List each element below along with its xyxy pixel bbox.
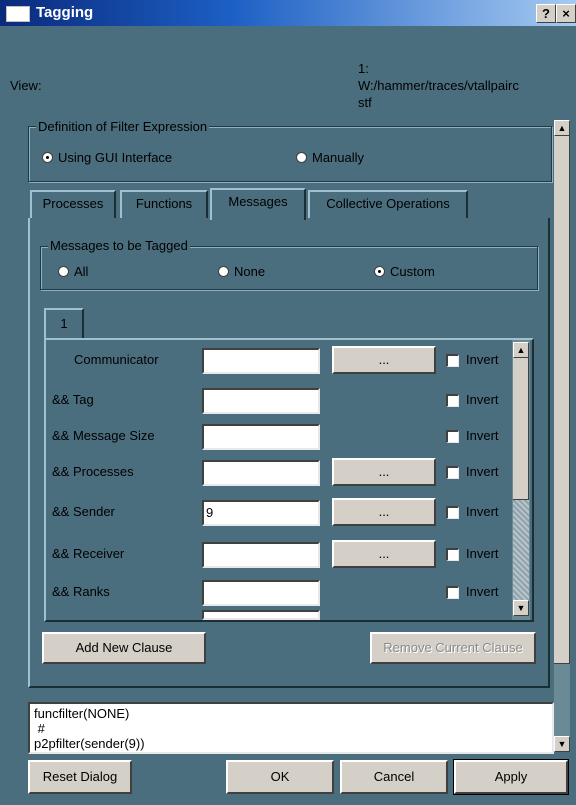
- receiver-invert-checkbox[interactable]: [446, 548, 459, 561]
- clause-rows: Communicator ... Invert && Tag Invert &&…: [46, 340, 512, 620]
- sender-invert-checkbox[interactable]: [446, 506, 459, 519]
- outer-scrollbar[interactable]: ▲ ▼: [554, 120, 570, 752]
- radio-using-gui[interactable]: Using GUI Interface: [42, 150, 242, 166]
- outer-scroll-thumb[interactable]: [554, 136, 570, 664]
- clause-row: && Sender 9 ... Invert: [46, 498, 512, 528]
- ok-button[interactable]: OK: [226, 760, 334, 794]
- radio-using-gui-label: Using GUI Interface: [58, 150, 173, 165]
- clause-scroll-down-icon[interactable]: ▼: [513, 600, 529, 616]
- clause-row: && Ranks Invert: [46, 576, 512, 620]
- communicator-browse-button[interactable]: ...: [332, 346, 436, 374]
- radio-custom[interactable]: Custom: [374, 264, 474, 280]
- invert-label: Invert: [466, 584, 499, 599]
- radio-all[interactable]: All: [58, 264, 138, 280]
- clause-row-label: Communicator: [74, 352, 159, 367]
- invert-label: Invert: [466, 546, 499, 561]
- invert-label: Invert: [466, 504, 499, 519]
- radio-circle-icon: [58, 266, 69, 277]
- processes-invert-checkbox[interactable]: [446, 466, 459, 479]
- radio-none[interactable]: None: [218, 264, 298, 280]
- clause-row-label: && Ranks: [52, 584, 110, 599]
- clause-row: && Message Size Invert: [46, 420, 512, 450]
- close-button[interactable]: ×: [556, 4, 576, 23]
- tag-invert-checkbox[interactable]: [446, 394, 459, 407]
- processes-browse-button[interactable]: ...: [332, 458, 436, 486]
- invert-label: Invert: [466, 392, 499, 407]
- clause-row: && Receiver ... Invert: [46, 538, 512, 568]
- receiver-input[interactable]: [202, 542, 320, 568]
- view-label: View:: [10, 78, 42, 93]
- tab-collective-operations[interactable]: Collective Operations: [308, 190, 468, 218]
- clause-row-label: && Message Size: [52, 428, 155, 443]
- view-value-line: W:/hammer/traces/vtallpairc: [358, 78, 519, 93]
- clause-scroll-track[interactable]: [513, 500, 529, 600]
- clause-scrollbar[interactable]: ▲ ▼: [512, 340, 530, 620]
- apply-button[interactable]: Apply: [453, 759, 569, 795]
- tab-functions[interactable]: Functions: [120, 190, 208, 218]
- next-row-input[interactable]: [202, 610, 320, 620]
- radio-circle-icon: [218, 266, 229, 277]
- invert-label: Invert: [466, 464, 499, 479]
- sender-input[interactable]: 9: [202, 500, 320, 526]
- invert-label: Invert: [466, 428, 499, 443]
- clause-row: && Tag Invert: [46, 386, 512, 416]
- radio-all-label: All: [74, 264, 89, 279]
- radio-circle-icon: [296, 152, 307, 163]
- invert-label: Invert: [466, 352, 499, 367]
- add-new-clause-button[interactable]: Add New Clause: [42, 632, 206, 664]
- radio-dot-icon: [374, 266, 385, 277]
- clause-row: && Processes ... Invert: [46, 456, 512, 486]
- definition-legend: Definition of Filter Expression: [36, 119, 210, 134]
- window-icon: [6, 6, 30, 22]
- radio-custom-label: Custom: [390, 264, 435, 279]
- ranks-invert-checkbox[interactable]: [446, 586, 459, 599]
- cancel-button[interactable]: Cancel: [340, 760, 448, 794]
- messages-legend: Messages to be Tagged: [48, 238, 190, 253]
- window-title: Tagging: [36, 4, 94, 21]
- help-button[interactable]: ?: [536, 4, 556, 23]
- title-bar: Tagging ? ×: [0, 0, 576, 26]
- tab-processes[interactable]: Processes: [30, 190, 116, 218]
- expression-textarea[interactable]: funcfilter(NONE) # p2pfilter(sender(9)): [28, 702, 554, 754]
- ranks-input[interactable]: [202, 580, 320, 606]
- tag-input[interactable]: [202, 388, 320, 414]
- clause-row-label: && Processes: [52, 464, 134, 479]
- clause-row-label: && Tag: [52, 392, 94, 407]
- view-value-line: stf: [358, 95, 372, 110]
- clause-row: Communicator ... Invert: [46, 346, 512, 376]
- expression-line: #: [34, 721, 45, 736]
- radio-none-label: None: [234, 264, 266, 279]
- clause-row-label: && Sender: [52, 504, 115, 519]
- reset-dialog-button[interactable]: Reset Dialog: [28, 760, 132, 794]
- view-value-line: 1:: [358, 61, 369, 76]
- communicator-invert-checkbox[interactable]: [446, 354, 459, 367]
- clause-panel: Communicator ... Invert && Tag Invert &&…: [44, 338, 534, 622]
- clause-row-label: && Receiver: [52, 546, 125, 561]
- message-size-input[interactable]: [202, 424, 320, 450]
- radio-manually-label: Manually: [312, 150, 365, 165]
- expression-line: funcfilter(NONE): [34, 706, 130, 721]
- remove-current-clause-button[interactable]: Remove Current Clause: [370, 632, 536, 664]
- radio-manually[interactable]: Manually: [296, 150, 416, 166]
- outer-scroll-down-icon[interactable]: ▼: [554, 736, 570, 752]
- processes-input[interactable]: [202, 460, 320, 486]
- outer-scroll-up-icon[interactable]: ▲: [554, 120, 570, 136]
- expression-line: p2pfilter(sender(9)): [34, 736, 145, 751]
- sender-browse-button[interactable]: ...: [332, 498, 436, 526]
- communicator-input[interactable]: [202, 348, 320, 374]
- tab-messages[interactable]: Messages: [210, 188, 306, 220]
- clause-scroll-up-icon[interactable]: ▲: [513, 342, 529, 358]
- view-value: 1: W:/hammer/traces/vtallpairc stf: [358, 60, 519, 111]
- clause-scroll-thumb[interactable]: [513, 358, 529, 500]
- tab-clause-1[interactable]: 1: [44, 308, 84, 340]
- radio-dot-icon: [42, 152, 53, 163]
- message-size-invert-checkbox[interactable]: [446, 430, 459, 443]
- receiver-browse-button[interactable]: ...: [332, 540, 436, 568]
